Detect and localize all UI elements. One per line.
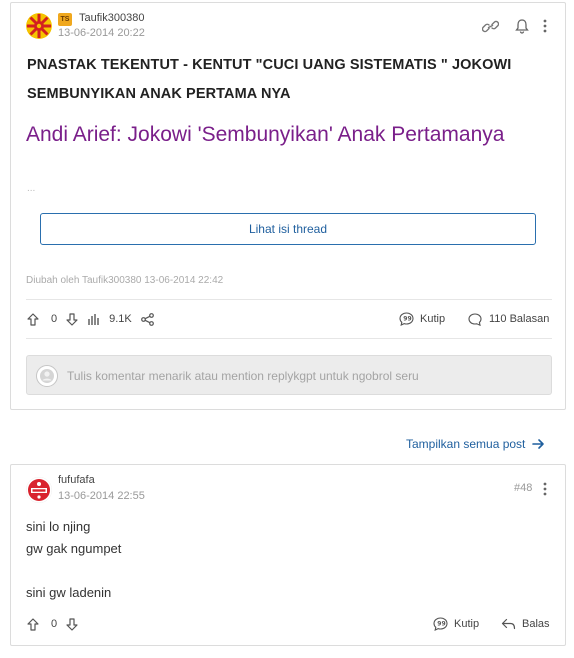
- view-count: 9.1K: [109, 313, 132, 325]
- reply-author-avatar-icon: [26, 477, 52, 503]
- reply-timestamp: 13-06-2014 22:55: [58, 490, 145, 502]
- quote-label: Kutip: [420, 313, 446, 325]
- reply-line: sini gw ladenin: [26, 585, 112, 600]
- divider: [26, 299, 552, 300]
- svg-text:99: 99: [437, 621, 445, 628]
- reply-action-bar: 0 99 Kutip Balas: [27, 615, 553, 633]
- upvote-icon[interactable]: [27, 312, 39, 326]
- view-thread-button[interactable]: Lihat isi thread: [40, 213, 536, 245]
- upvote-icon[interactable]: [27, 617, 39, 631]
- reply-author-username[interactable]: fufufafa: [58, 474, 95, 486]
- arrow-right-icon: [532, 439, 545, 449]
- edited-note: Diubah oleh Taufik300380 13-06-2014 22:4…: [26, 275, 224, 286]
- quote-button[interactable]: 99 Kutip: [399, 312, 445, 326]
- post-number[interactable]: #48: [514, 482, 532, 494]
- more-options-icon[interactable]: [543, 19, 547, 33]
- divider: [26, 338, 552, 339]
- comment-input[interactable]: Tulis komentar menarik atau mention repl…: [26, 355, 552, 395]
- reply-card: fufufafa 13-06-2014 22:55 #48 sini lo nj…: [10, 464, 566, 646]
- views-icon: [88, 313, 99, 325]
- thread-card: TS Taufik300380 13-06-2014 20:22 PNASTAK…: [10, 2, 566, 410]
- vote-count: 0: [51, 618, 58, 630]
- avatar[interactable]: [26, 477, 52, 503]
- thread-title[interactable]: PNASTAK TEKENTUT - KENTUT "CUCI UANG SIS…: [27, 51, 547, 109]
- link-icon[interactable]: [482, 19, 499, 34]
- share-icon[interactable]: [140, 312, 154, 326]
- reply-arrow-icon: [501, 618, 516, 630]
- author-username[interactable]: Taufik300380: [79, 12, 144, 24]
- reply-line: gw gak ngumpet: [26, 541, 122, 556]
- bell-icon[interactable]: [515, 18, 529, 34]
- content-truncation: ...: [27, 183, 36, 194]
- thread-title-line1: PNASTAK TEKENTUT - KENTUT "CUCI UANG SIS…: [27, 57, 512, 73]
- svg-text:99: 99: [403, 316, 411, 323]
- show-all-posts-label: Tampilkan semua post: [406, 437, 526, 451]
- article-link[interactable]: Andi Arief: Jokowi 'Sembunyikan' Anak Pe…: [26, 123, 504, 147]
- quote-button[interactable]: 99 Kutip: [433, 617, 479, 631]
- more-options-icon[interactable]: [543, 482, 547, 496]
- comment-placeholder: Tulis komentar menarik atau mention repl…: [67, 369, 419, 383]
- quote-label: Kutip: [454, 618, 480, 630]
- replies-count: 110 Balasan: [489, 313, 550, 325]
- user-avatar-placeholder: [36, 365, 58, 387]
- post-timestamp: 13-06-2014 20:22: [58, 27, 145, 39]
- author-avatar-icon: [26, 13, 52, 39]
- avatar[interactable]: [26, 13, 52, 39]
- reply-line: sini lo njing: [26, 519, 91, 534]
- reply-button[interactable]: Balas: [501, 618, 550, 630]
- default-avatar-icon: [40, 369, 54, 383]
- show-all-posts-link[interactable]: Tampilkan semua post: [406, 437, 545, 451]
- thread-title-line2: SEMBUNYIKAN ANAK PERTAMA NYA: [27, 86, 291, 102]
- vote-count: 0: [51, 313, 58, 325]
- ts-badge: TS: [58, 13, 72, 26]
- reply-label: Balas: [522, 618, 550, 630]
- downvote-icon[interactable]: [66, 312, 78, 326]
- downvote-icon[interactable]: [66, 617, 78, 631]
- thread-action-bar: 0 9.1K 99 Kutip 110 Balasan: [27, 310, 553, 328]
- replies-button[interactable]: 110 Balasan: [468, 312, 550, 326]
- quote-icon: 99: [399, 312, 414, 326]
- comment-icon: [468, 312, 482, 326]
- quote-icon: 99: [433, 617, 448, 631]
